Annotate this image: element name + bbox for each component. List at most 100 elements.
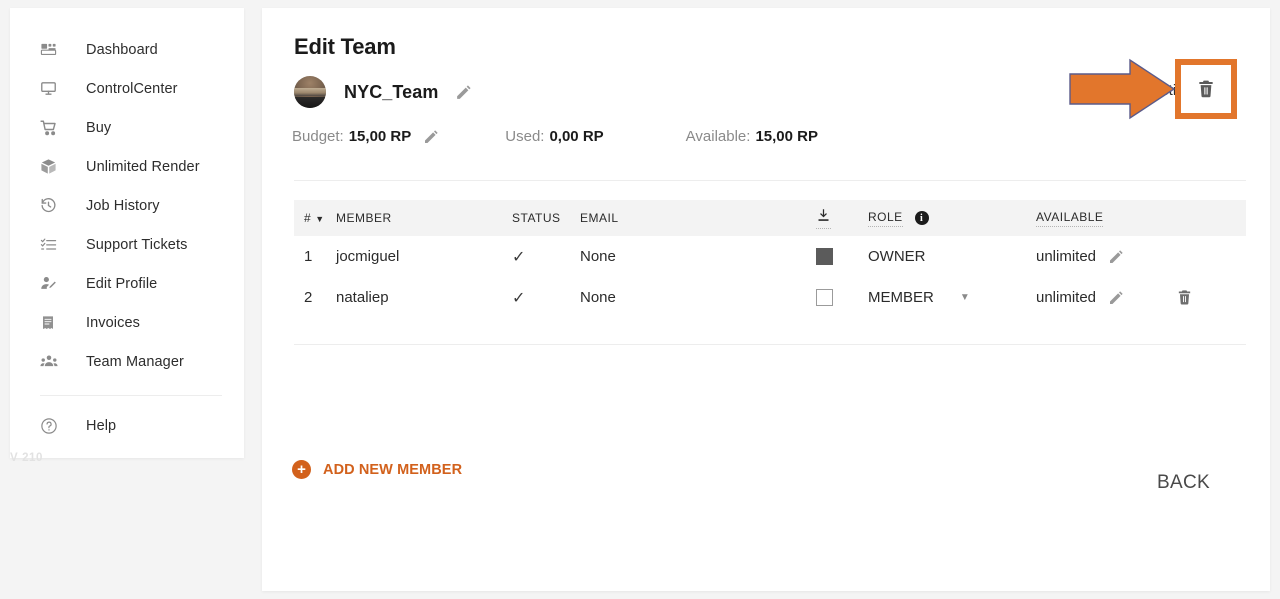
team-identity-row: NYC_Team [294, 76, 472, 108]
people-group-icon [40, 353, 66, 371]
table-row[interactable]: 2 nataliep ✓ None MEMBER ▼ unlimited [294, 277, 1246, 318]
sidebar-item-label: Job History [86, 197, 160, 214]
row-email: None [580, 248, 616, 265]
sidebar-item-label: Buy [86, 119, 112, 136]
row-member-name: nataliep [336, 289, 389, 306]
sidebar-item-label: Team Manager [86, 353, 184, 370]
sort-caret-icon: ▼ [315, 214, 325, 224]
row-available-cell: unlimited [1036, 248, 1176, 265]
sidebar-item-label: Unlimited Render [86, 158, 200, 175]
delete-member-button[interactable] [1176, 289, 1193, 306]
available-label: Available: [685, 128, 751, 145]
info-icon[interactable]: i [914, 211, 929, 225]
monitor-icon [40, 80, 66, 97]
sidebar-item-label: Edit Profile [86, 275, 158, 292]
sidebar-item-dashboard[interactable]: Dashboard [10, 30, 244, 69]
back-button[interactable]: BACK [1157, 472, 1210, 494]
row-actions-cell [1176, 289, 1246, 306]
chevron-down-icon[interactable]: ▼ [960, 292, 970, 303]
column-header-download[interactable] [816, 208, 868, 229]
add-new-member-button[interactable]: + ADD NEW MEMBER [292, 460, 462, 479]
sidebar-item-help[interactable]: Help [10, 406, 244, 445]
row-status: ✓ [512, 247, 580, 267]
sidebar-nav: Dashboard ControlCenter Buy Unlimited Re… [10, 8, 244, 445]
team-name: NYC_Team [344, 81, 439, 102]
sidebar-item-label: Support Tickets [86, 236, 188, 253]
page-title: Edit Team [294, 34, 396, 59]
sidebar-item-support-tickets[interactable]: Support Tickets [10, 225, 244, 264]
sidebar-item-job-history[interactable]: Job History [10, 186, 244, 225]
column-header-role-label: ROLE [868, 210, 903, 227]
used-label: Used: [505, 128, 545, 145]
row-available-cell: unlimited [1036, 289, 1176, 306]
table-header-row: # ▼ MEMBER STATUS EMAIL ROLE i AVAILABLE [294, 200, 1246, 236]
receipt-icon [40, 315, 66, 331]
row-select-cell [816, 289, 868, 306]
members-table: #▼ MEMBER STATUS EMAIL ROLE i AVAILABLE [294, 200, 1246, 318]
sidebar: Dashboard ControlCenter Buy Unlimited Re… [10, 8, 244, 458]
download-icon[interactable] [816, 208, 831, 229]
row-status: ✓ [512, 288, 580, 308]
check-icon: ✓ [512, 248, 526, 266]
sidebar-item-controlcenter[interactable]: ControlCenter [10, 69, 244, 108]
available-block: Available: 15,00 RP [686, 128, 818, 145]
help-circle-icon [40, 417, 66, 435]
row-role-cell[interactable]: MEMBER ▼ [868, 289, 1036, 306]
plus-circle-icon: + [292, 460, 311, 479]
column-header-member[interactable]: MEMBER [336, 211, 512, 225]
sidebar-item-unlimited-render[interactable]: Unlimited Render [10, 147, 244, 186]
available-value: 15,00 RP [755, 128, 818, 145]
checklist-icon [40, 236, 66, 253]
column-header-status[interactable]: STATUS [512, 211, 580, 225]
table-top-divider [294, 180, 1246, 181]
version-label: V 210 [10, 452, 44, 464]
column-header-email[interactable]: EMAIL [580, 211, 816, 225]
user-edit-icon [40, 275, 66, 292]
edit-member-budget-pencil-icon[interactable] [1108, 290, 1124, 306]
row-member-name: jocmiguel [336, 248, 400, 265]
table-row[interactable]: 1 jocmiguel ✓ None OWNER unlimited [294, 236, 1246, 277]
sidebar-item-buy[interactable]: Buy [10, 108, 244, 147]
avatar [294, 76, 326, 108]
sidebar-item-edit-profile[interactable]: Edit Profile [10, 264, 244, 303]
used-block: Used: 0,00 RP [505, 128, 603, 145]
column-header-role[interactable]: ROLE i [868, 210, 1036, 227]
sidebar-item-label: ControlCenter [86, 80, 178, 97]
history-clock-icon [40, 197, 66, 214]
delete-team-highlight-box [1175, 59, 1237, 119]
column-header-available[interactable]: AVAILABLE [1036, 210, 1176, 227]
team-active-checkbox[interactable] [1117, 82, 1134, 99]
edit-budget-pencil-icon[interactable] [423, 129, 439, 145]
row-role-value: MEMBER [868, 289, 934, 306]
column-header-number-label: # [304, 211, 312, 225]
dashboard-icon [40, 41, 66, 58]
row-number: 2 [304, 289, 313, 306]
budget-label: Budget: [292, 128, 344, 145]
row-select-checkbox[interactable] [816, 289, 833, 306]
row-available-value: unlimited [1036, 248, 1097, 265]
row-role-cell: OWNER [868, 248, 1036, 265]
row-select-checkbox[interactable] [816, 248, 833, 265]
sidebar-item-label: Help [86, 417, 117, 434]
row-email: None [580, 289, 616, 306]
sidebar-item-team-manager[interactable]: Team Manager [10, 342, 244, 381]
column-header-number[interactable]: # ▼ [294, 211, 336, 225]
budget-summary-row: Budget: 15,00 RP Used: 0,00 RP Available… [292, 128, 818, 145]
row-select-cell [816, 248, 868, 265]
row-role-value: OWNER [868, 248, 926, 265]
sidebar-divider [40, 395, 222, 396]
sidebar-item-invoices[interactable]: Invoices [10, 303, 244, 342]
row-number: 1 [304, 248, 313, 265]
check-icon: ✓ [512, 289, 526, 307]
package-box-icon [40, 158, 66, 175]
row-available-value: unlimited [1036, 289, 1097, 306]
table-bottom-divider [294, 344, 1246, 345]
add-new-member-label: ADD NEW MEMBER [323, 461, 463, 478]
edit-team-name-pencil-icon[interactable] [455, 84, 472, 101]
budget-block: Budget: 15,00 RP [292, 128, 439, 145]
shopping-cart-icon [40, 119, 66, 137]
column-header-available-label: AVAILABLE [1036, 210, 1104, 227]
edit-member-budget-pencil-icon[interactable] [1108, 249, 1124, 265]
delete-team-button[interactable] [1181, 65, 1231, 113]
budget-value: 15,00 RP [348, 128, 412, 145]
